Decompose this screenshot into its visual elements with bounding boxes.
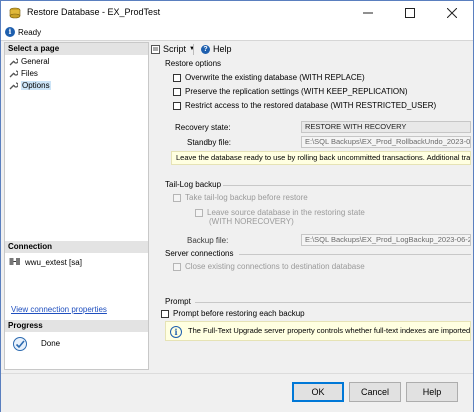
group-divider <box>195 302 471 303</box>
page-item-label: General <box>21 57 50 66</box>
page-item-files[interactable]: Files <box>9 68 38 79</box>
overwrite-label: Overwrite the existing database (WITH RE… <box>185 73 365 82</box>
preserve-replication-checkbox[interactable]: Preserve the replication settings (WITH … <box>173 87 408 96</box>
server-connection-icon <box>9 258 20 265</box>
checkmark-icon <box>13 337 27 351</box>
close-button[interactable] <box>431 1 473 25</box>
minimize-button[interactable] <box>347 1 389 25</box>
connection-header: Connection <box>5 241 148 253</box>
script-button[interactable]: Script ▼ <box>151 44 195 54</box>
checkbox-box <box>173 193 181 202</box>
maximize-icon <box>405 8 415 18</box>
recovery-state-select[interactable]: RESTORE WITH RECOVERY <box>301 121 471 133</box>
view-connection-properties-link[interactable]: View connection properties <box>11 305 107 314</box>
maximize-button[interactable] <box>389 1 431 25</box>
toolbar-separator <box>193 44 194 55</box>
standby-file-input[interactable]: E:\SQL Backups\EX_Prod_RollbackUndo_2023… <box>301 136 471 148</box>
close-connections-label: Close existing connections to destinatio… <box>185 262 365 271</box>
recovery-state-label: Recovery state: <box>175 123 231 132</box>
script-icon <box>151 44 160 54</box>
connection-item: wwu_extest [sa] <box>9 257 82 267</box>
backup-file-input[interactable]: E:\SQL Backups\EX_Prod_LogBackup_2023-06… <box>301 234 471 246</box>
page-item-label: Options <box>21 81 51 90</box>
close-icon <box>447 8 457 18</box>
restrict-access-label: Restrict access to the restored database… <box>185 101 437 110</box>
progress-header: Progress <box>5 320 148 332</box>
chevron-down-icon: ▼ <box>189 46 195 52</box>
prompt-before-restore-checkbox[interactable]: Prompt before restoring each backup <box>161 309 305 318</box>
checkbox-box <box>161 309 169 318</box>
preserve-replication-label: Preserve the replication settings (WITH … <box>185 87 408 96</box>
toolbar: Script ▼ ? Help <box>151 42 471 56</box>
left-pane: Select a page General Files Options Conn… <box>4 42 149 370</box>
prompt-header: Prompt <box>165 297 191 306</box>
info-icon: i <box>5 27 15 37</box>
leave-source-restoring-checkbox[interactable]: Leave source database in the restoring s… <box>195 208 365 217</box>
help-label: Help <box>213 44 232 54</box>
help-button[interactable]: Help <box>406 382 458 402</box>
status-bar: i Ready <box>1 25 473 41</box>
cancel-button[interactable]: Cancel <box>349 382 401 402</box>
restore-options-header: Restore options <box>165 59 222 68</box>
prompt-before-restore-label: Prompt before restoring each backup <box>173 309 305 318</box>
connection-value: wwu_extest [sa] <box>25 257 82 267</box>
close-connections-checkbox[interactable]: Close existing connections to destinatio… <box>173 262 365 271</box>
server-connections-header: Server connections <box>165 249 234 258</box>
title-bar: Restore Database - EX_ProdTest <box>1 1 473 25</box>
tail-log-header: Tail-Log backup <box>165 180 222 189</box>
full-text-info-text: The Full-Text Upgrade server property co… <box>188 326 471 335</box>
group-divider <box>223 185 471 186</box>
status-text: Ready <box>18 28 42 37</box>
progress-status: Done <box>41 339 61 348</box>
window-title: Restore Database - EX_ProdTest <box>27 7 161 17</box>
leave-source-label: Leave source database in the restoring s… <box>207 208 365 217</box>
wrench-icon <box>9 82 18 90</box>
options-pane: Restore options Overwrite the existing d… <box>151 57 471 370</box>
backup-file-label: Backup file: <box>187 236 229 245</box>
take-tail-log-label: Take tail-log backup before restore <box>185 193 308 202</box>
script-label: Script <box>163 44 187 54</box>
wrench-icon <box>9 58 18 66</box>
database-restore-icon <box>9 7 21 19</box>
dialog-footer: OK Cancel Help <box>1 373 473 412</box>
overwrite-checkbox[interactable]: Overwrite the existing database (WITH RE… <box>173 73 365 82</box>
take-tail-log-checkbox[interactable]: Take tail-log backup before restore <box>173 193 308 202</box>
checkbox-box <box>173 262 181 271</box>
wrench-icon <box>9 70 18 78</box>
page-item-options[interactable]: Options <box>9 80 51 91</box>
page-item-label: Files <box>21 69 38 78</box>
ok-button[interactable]: OK <box>292 382 344 402</box>
checkbox-box <box>173 73 181 82</box>
full-text-info-bar: i The Full-Text Upgrade server property … <box>165 321 471 341</box>
help-button[interactable]: ? Help <box>201 44 232 54</box>
checkbox-box <box>173 87 181 96</box>
page-item-general[interactable]: General <box>9 56 49 67</box>
standby-file-label: Standby file: <box>187 138 232 147</box>
checkbox-box <box>173 101 181 110</box>
leave-source-label-line2: (WITH NORECOVERY) <box>209 217 294 226</box>
restore-database-window: Restore Database - EX_ProdTest i Ready S… <box>0 0 474 412</box>
restrict-access-checkbox[interactable]: Restrict access to the restored database… <box>173 101 436 110</box>
help-icon: ? <box>201 44 210 54</box>
info-icon: i <box>170 326 182 338</box>
checkbox-box <box>195 208 203 217</box>
group-divider <box>239 254 471 255</box>
select-page-header: Select a page <box>5 43 148 55</box>
recovery-description: Leave the database ready to use by rolli… <box>171 151 471 165</box>
minimize-icon <box>363 12 373 14</box>
